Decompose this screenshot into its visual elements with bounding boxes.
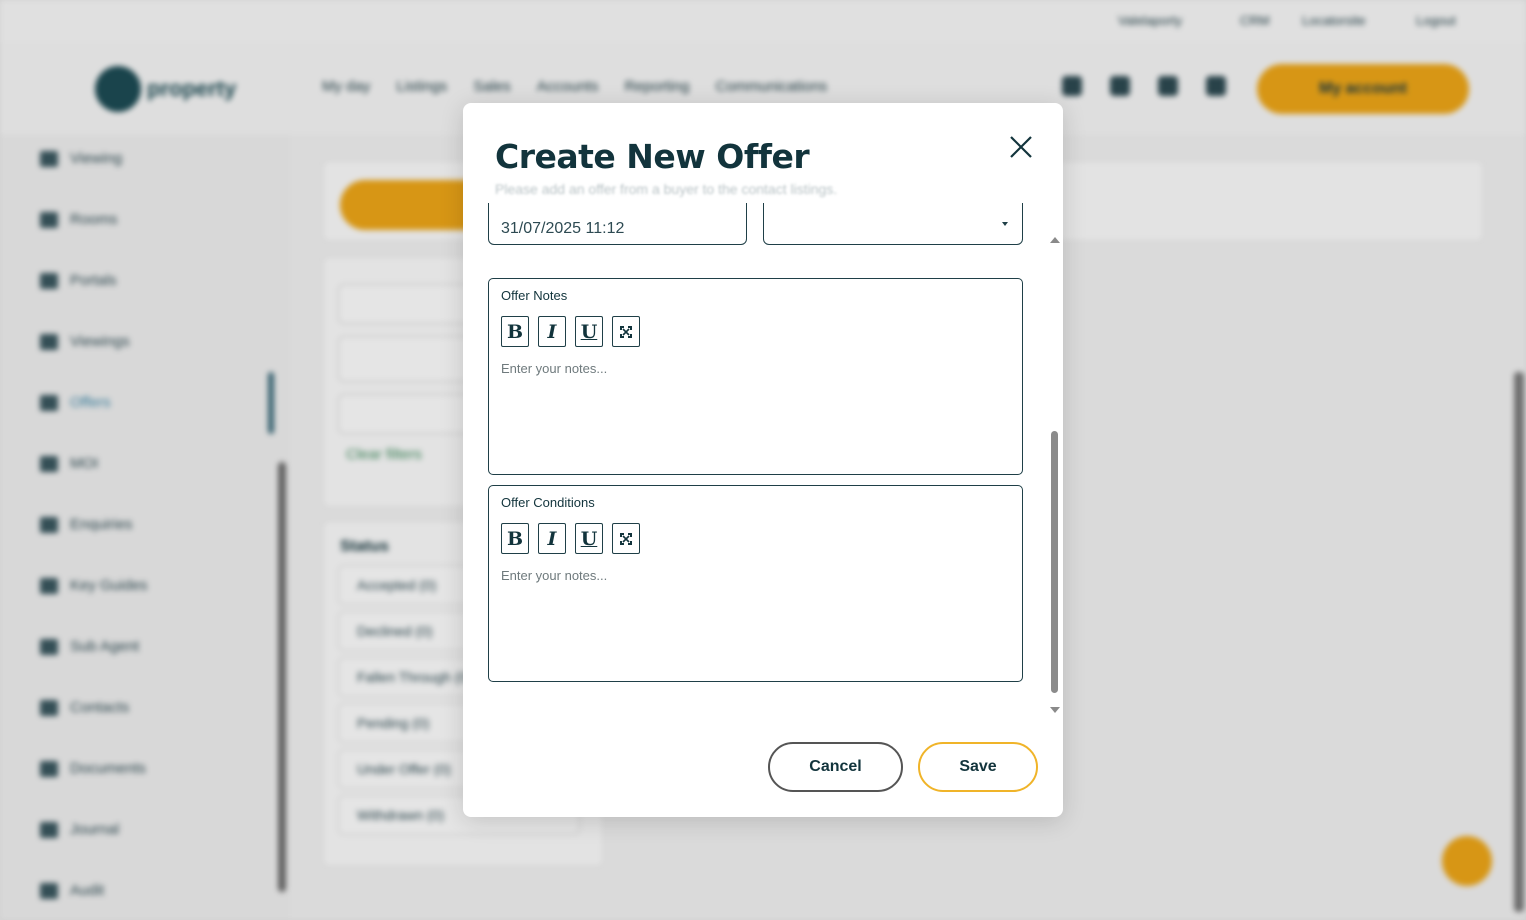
italic-button[interactable]: I — [538, 523, 566, 554]
underline-button[interactable]: U — [575, 523, 603, 554]
bold-button[interactable]: B — [501, 523, 529, 554]
expand-button[interactable] — [612, 523, 640, 554]
offer-notes-input[interactable]: Enter your notes... — [501, 361, 1010, 464]
expand-button[interactable] — [612, 316, 640, 347]
italic-button[interactable]: I — [538, 316, 566, 347]
expand-icon — [620, 325, 632, 338]
scroll-up-icon[interactable] — [1050, 237, 1060, 243]
close-icon — [1010, 136, 1032, 158]
offer-conditions-toolbar: B I U — [501, 523, 640, 554]
offer-notes-editor: Offer Notes B I U Enter your notes... — [488, 278, 1023, 475]
offer-notes-toolbar: B I U — [501, 316, 640, 347]
scrollbar-thumb[interactable] — [1051, 431, 1058, 693]
offer-select-field[interactable] — [763, 203, 1023, 245]
offer-notes-label: Offer Notes — [501, 288, 568, 303]
scroll-down-icon[interactable] — [1050, 707, 1060, 713]
underline-button[interactable]: U — [575, 316, 603, 347]
bold-button[interactable]: B — [501, 316, 529, 347]
save-button[interactable]: Save — [918, 742, 1038, 792]
offer-conditions-editor: Offer Conditions B I U Enter your notes.… — [488, 485, 1023, 682]
modal-title: Create New Offer — [495, 137, 810, 176]
expand-icon — [620, 532, 632, 545]
modal-subtitle: Please add an offer from a buyer to the … — [495, 181, 838, 197]
modal-scrollbar[interactable] — [1049, 235, 1061, 713]
cancel-button[interactable]: Cancel — [768, 742, 903, 792]
offer-conditions-label: Offer Conditions — [501, 495, 595, 510]
offer-conditions-input[interactable]: Enter your notes... — [501, 568, 1010, 671]
create-offer-modal: Create New Offer Please add an offer fro… — [463, 103, 1063, 817]
offer-date-field[interactable]: 31/07/2025 11:12 — [488, 203, 747, 245]
chevron-down-icon — [1002, 222, 1008, 226]
modal-scroll-area[interactable]: 31/07/2025 11:12 Offer Notes B I U Enter… — [463, 203, 1063, 723]
close-button[interactable] — [1003, 129, 1039, 165]
